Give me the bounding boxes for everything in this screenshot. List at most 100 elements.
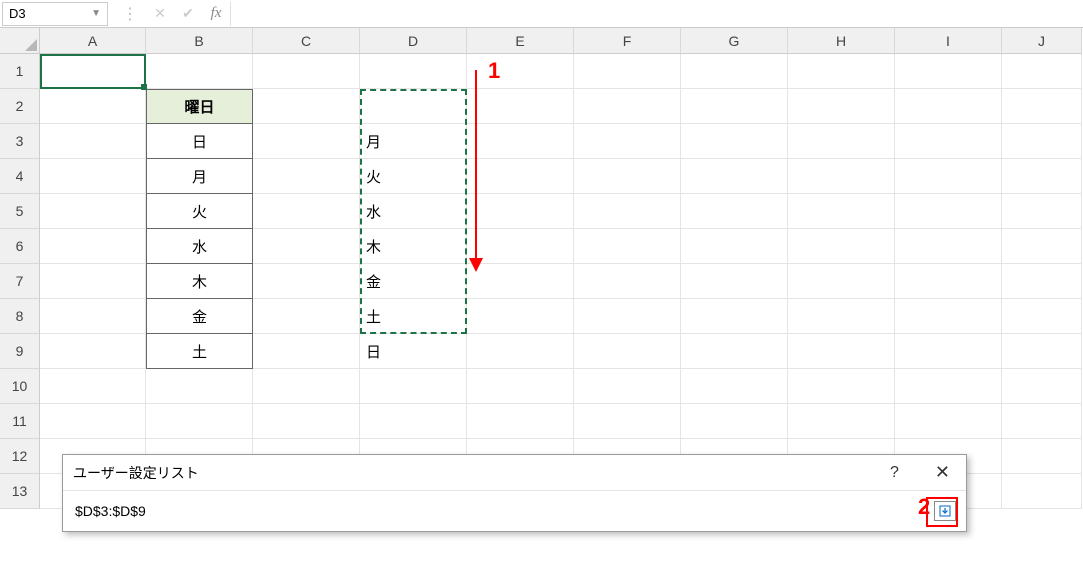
cell[interactable] (467, 264, 574, 299)
col-header[interactable]: G (681, 28, 788, 54)
cell[interactable] (1002, 194, 1082, 229)
cell[interactable] (788, 299, 895, 334)
cell[interactable] (1002, 54, 1082, 89)
cell[interactable] (895, 159, 1002, 194)
row-header[interactable]: 6 (0, 229, 40, 264)
cell[interactable] (40, 159, 146, 194)
cell[interactable] (40, 334, 146, 369)
cell[interactable] (253, 264, 360, 299)
cell[interactable] (681, 334, 788, 369)
cell[interactable] (788, 124, 895, 159)
col-header[interactable]: C (253, 28, 360, 54)
name-box[interactable]: D3 ▼ (2, 2, 108, 26)
formula-input[interactable] (230, 2, 1083, 26)
cell[interactable] (1002, 334, 1082, 369)
cell[interactable] (681, 124, 788, 159)
row-header[interactable]: 3 (0, 124, 40, 159)
cell[interactable] (1002, 404, 1082, 439)
cell[interactable] (253, 404, 360, 439)
cell[interactable]: 土 (360, 299, 467, 334)
cell[interactable] (574, 194, 681, 229)
cell[interactable] (146, 404, 253, 439)
cell[interactable] (467, 89, 574, 124)
cell[interactable] (681, 229, 788, 264)
cell[interactable] (146, 54, 253, 89)
cell[interactable] (360, 404, 467, 439)
formula-bar-handle-icon[interactable]: ⋮ (114, 4, 146, 24)
table-cell[interactable]: 土 (146, 334, 253, 369)
cell[interactable] (467, 124, 574, 159)
table-cell[interactable]: 月 (146, 159, 253, 194)
cell[interactable] (574, 334, 681, 369)
cell[interactable] (253, 229, 360, 264)
cell[interactable] (788, 264, 895, 299)
cell[interactable]: 水 (360, 194, 467, 229)
row-header[interactable]: 12 (0, 439, 40, 474)
table-cell[interactable]: 木 (146, 264, 253, 299)
cell[interactable] (1002, 124, 1082, 159)
cell[interactable] (681, 194, 788, 229)
col-header[interactable]: A (40, 28, 146, 54)
row-header[interactable]: 13 (0, 474, 40, 509)
table-cell[interactable]: 火 (146, 194, 253, 229)
cell[interactable] (895, 369, 1002, 404)
cell[interactable] (681, 404, 788, 439)
cell[interactable] (681, 369, 788, 404)
cell[interactable] (788, 54, 895, 89)
cell[interactable] (574, 229, 681, 264)
cell[interactable]: 月 (360, 124, 467, 159)
table-cell[interactable]: 水 (146, 229, 253, 264)
cell[interactable] (574, 404, 681, 439)
range-input[interactable] (73, 499, 926, 523)
cell[interactable] (574, 299, 681, 334)
row-header[interactable]: 11 (0, 404, 40, 439)
cell[interactable] (467, 54, 574, 89)
cell[interactable] (467, 404, 574, 439)
cell[interactable] (467, 334, 574, 369)
dialog-title-bar[interactable]: ユーザー設定リスト ? ✕ (63, 455, 966, 491)
cell[interactable] (574, 54, 681, 89)
cell[interactable] (895, 54, 1002, 89)
row-header[interactable]: 9 (0, 334, 40, 369)
cell[interactable] (574, 124, 681, 159)
row-header[interactable]: 7 (0, 264, 40, 299)
cell[interactable] (895, 299, 1002, 334)
cell[interactable] (253, 54, 360, 89)
cell[interactable] (40, 54, 146, 89)
cell[interactable] (788, 334, 895, 369)
cell[interactable] (788, 159, 895, 194)
cell[interactable] (1002, 299, 1082, 334)
row-header[interactable]: 5 (0, 194, 40, 229)
row-header[interactable]: 4 (0, 159, 40, 194)
cell[interactable] (895, 194, 1002, 229)
cell[interactable] (1002, 474, 1082, 509)
cell[interactable] (40, 229, 146, 264)
cell[interactable] (788, 194, 895, 229)
cell[interactable] (1002, 439, 1082, 474)
cell[interactable] (467, 369, 574, 404)
col-header[interactable]: D (360, 28, 467, 54)
table-cell[interactable]: 日 (146, 124, 253, 159)
cell[interactable] (40, 404, 146, 439)
cell[interactable] (360, 369, 467, 404)
cell[interactable] (360, 54, 467, 89)
col-header[interactable]: J (1002, 28, 1082, 54)
cell[interactable] (574, 89, 681, 124)
cell[interactable] (1002, 264, 1082, 299)
custom-list-dialog[interactable]: ユーザー設定リスト ? ✕ (62, 454, 967, 532)
cell[interactable] (895, 404, 1002, 439)
cell[interactable] (40, 89, 146, 124)
col-header[interactable]: I (895, 28, 1002, 54)
row-header[interactable]: 2 (0, 89, 40, 124)
cell[interactable] (574, 264, 681, 299)
cell[interactable] (360, 89, 467, 124)
cell[interactable] (1002, 89, 1082, 124)
cell[interactable] (40, 299, 146, 334)
col-header[interactable]: H (788, 28, 895, 54)
cell[interactable]: 木 (360, 229, 467, 264)
col-header[interactable]: E (467, 28, 574, 54)
cell[interactable] (574, 159, 681, 194)
cell[interactable] (467, 159, 574, 194)
fx-button[interactable]: fx (202, 2, 230, 26)
cell[interactable] (467, 194, 574, 229)
